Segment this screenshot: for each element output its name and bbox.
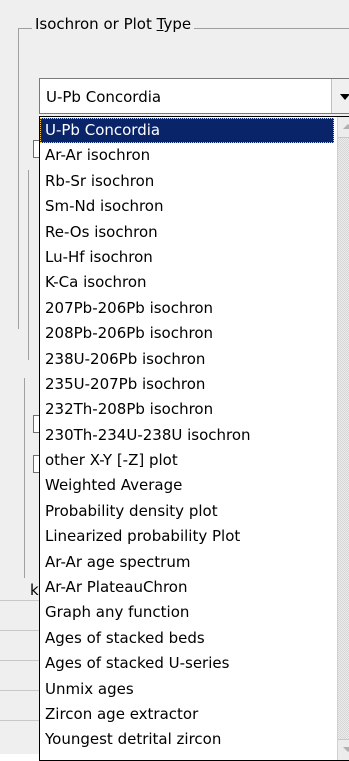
- dropdown-option[interactable]: Ar-Ar age spectrum: [40, 550, 334, 575]
- dropdown-scrollbar[interactable]: [337, 117, 349, 760]
- arrow-up-icon: [343, 124, 349, 129]
- dropdown-option[interactable]: Weighted Average: [40, 473, 334, 498]
- dropdown-option[interactable]: Linearized probability Plot: [40, 524, 334, 549]
- dropdown-option[interactable]: Re-Os isochron: [40, 220, 334, 245]
- dialog-panel: k Isochron or Plot Type U-Pb Concordia U…: [0, 0, 349, 761]
- groupbox-title: Isochron or Plot Type: [32, 14, 195, 34]
- dropdown-option[interactable]: 207Pb-206Pb isochron: [40, 296, 334, 321]
- dropdown-option[interactable]: 238U-206Pb isochron: [40, 347, 334, 372]
- dropdown-option[interactable]: Probability density plot: [40, 499, 334, 524]
- hidden-row-divider-4: [0, 690, 39, 691]
- groupbox-title-suffix: ype: [163, 15, 192, 33]
- dropdown-option[interactable]: Ar-Ar isochron: [40, 143, 334, 168]
- hidden-row-divider-5: [0, 720, 39, 721]
- dropdown-option[interactable]: Lu-Hf isochron: [40, 245, 334, 270]
- hidden-row-divider-3: [0, 660, 39, 661]
- dropdown-option[interactable]: Ar-Ar PlateauChron: [40, 575, 334, 600]
- combobox-dropdown-button[interactable]: [331, 79, 349, 113]
- scroll-down-button[interactable]: [338, 739, 349, 760]
- hidden-partial-label: k: [30, 581, 39, 599]
- hidden-row-divider-2: [0, 630, 39, 631]
- plot-type-combobox[interactable]: U-Pb Concordia: [39, 78, 349, 114]
- dropdown-option[interactable]: 235U-207Pb isochron: [40, 372, 334, 397]
- dropdown-option[interactable]: Graph any function: [40, 600, 334, 625]
- dropdown-option[interactable]: U-Pb Concordia: [40, 118, 334, 144]
- chevron-down-icon: [340, 94, 349, 100]
- plot-type-dropdown-list[interactable]: U-Pb Concordia Ar-Ar isochron Rb-Sr isochr…: [39, 116, 349, 761]
- dropdown-items: U-Pb Concordia Ar-Ar isochron Rb-Sr isochr…: [40, 118, 334, 753]
- dropdown-option[interactable]: K-Ca isochron: [40, 270, 334, 295]
- dropdown-option[interactable]: other X-Y [-Z] plot: [40, 448, 334, 473]
- groupbox-title-prefix: Isochron or Plot: [35, 15, 157, 33]
- combobox-selected-value: U-Pb Concordia: [46, 88, 162, 106]
- dropdown-option[interactable]: 232Th-208Pb isochron: [40, 397, 334, 422]
- scroll-up-button[interactable]: [338, 117, 349, 138]
- dropdown-option[interactable]: Zircon age extractor: [40, 702, 334, 727]
- dropdown-option[interactable]: Sm-Nd isochron: [40, 194, 334, 219]
- dropdown-option[interactable]: Unmix ages: [40, 677, 334, 702]
- dropdown-option[interactable]: 208Pb-206Pb isochron: [40, 321, 334, 346]
- dropdown-option[interactable]: 230Th-234U-238U isochron: [40, 423, 334, 448]
- dropdown-option[interactable]: Youngest detrital zircon: [40, 727, 334, 752]
- dropdown-option[interactable]: Ages of stacked U-series: [40, 651, 334, 676]
- dropdown-option[interactable]: Rb-Sr isochron: [40, 169, 334, 194]
- dropdown-option[interactable]: Ages of stacked beds: [40, 626, 334, 651]
- hidden-row-divider-1: [0, 600, 39, 601]
- arrow-down-icon: [343, 747, 349, 752]
- hidden-groupbox-edge-2: [24, 378, 25, 578]
